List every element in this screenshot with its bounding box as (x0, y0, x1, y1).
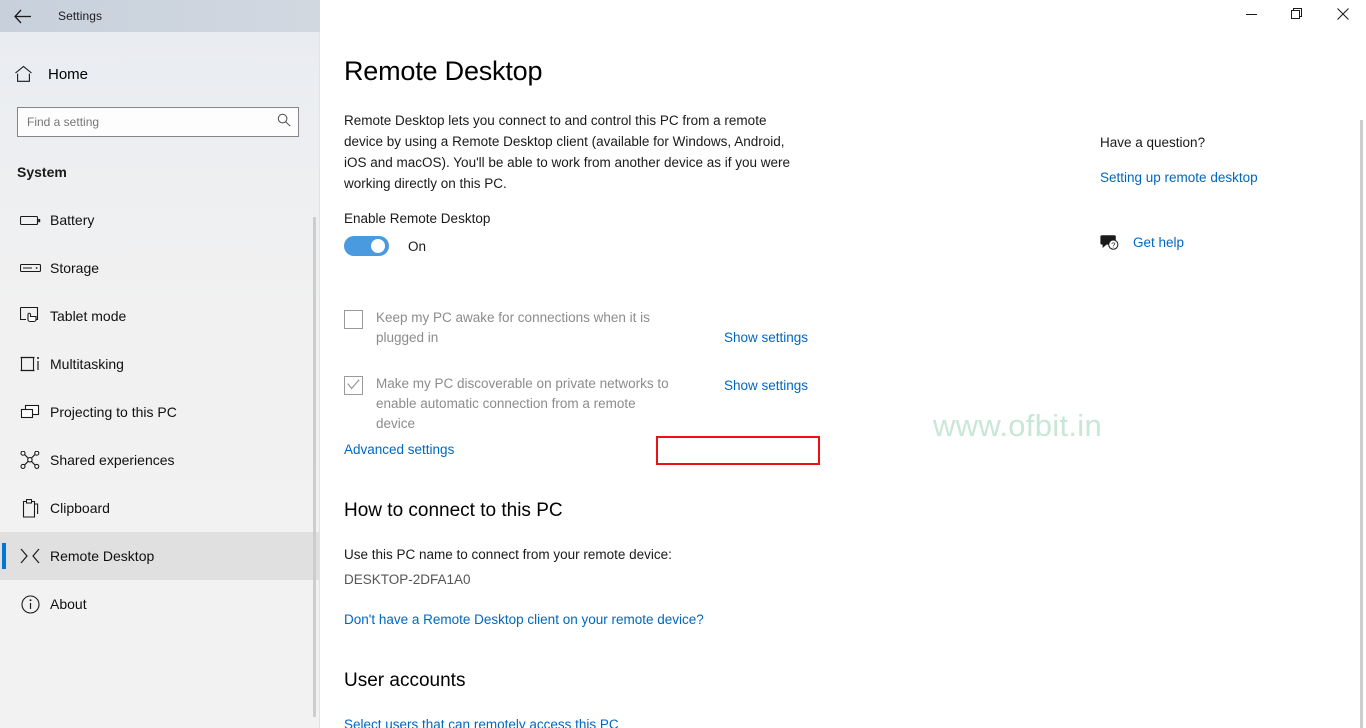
info-circle-icon (14, 594, 46, 614)
sidebar-nav-list: Battery Storage Tablet mode Multitasking… (0, 196, 319, 628)
page-description: Remote Desktop lets you connect to and c… (344, 113, 791, 191)
help-bubble-icon: ? (1100, 234, 1122, 251)
sidebar-item-label: Clipboard (50, 500, 110, 516)
pc-name-value: DESKTOP-2DFA1A0 (344, 572, 471, 587)
sidebar-item-battery[interactable]: Battery (0, 196, 319, 244)
search-icon (277, 113, 291, 132)
window-title: Settings (58, 9, 103, 23)
search-input[interactable] (17, 107, 299, 137)
select-users-link[interactable]: Select users that can remotely access th… (344, 717, 619, 728)
sidebar-scrollbar[interactable] (313, 217, 316, 717)
minimize-button[interactable] (1228, 0, 1274, 32)
remote-desktop-client-link[interactable]: Don't have a Remote Desktop client on yo… (344, 612, 704, 627)
setting-up-remote-desktop-link[interactable]: Setting up remote desktop (1100, 170, 1258, 185)
search-box (17, 107, 299, 137)
sidebar-item-clipboard[interactable]: Clipboard (0, 484, 319, 532)
help-panel-title: Have a question? (1100, 135, 1206, 150)
sidebar-item-tablet-mode[interactable]: Tablet mode (0, 292, 319, 340)
make-pc-discoverable-label: Make my PC discoverable on private netwo… (376, 376, 669, 431)
enable-remote-desktop-row: On (344, 236, 426, 256)
option-make-pc-discoverable: Make my PC discoverable on private netwo… (344, 374, 1004, 434)
title-bar: Settings (0, 0, 1366, 32)
sidebar-item-label: Tablet mode (50, 308, 127, 324)
get-help-label: Get help (1133, 235, 1185, 250)
close-icon (1337, 7, 1349, 25)
sidebar-item-label: Storage (50, 260, 100, 276)
battery-icon (14, 213, 46, 227)
close-button[interactable] (1320, 0, 1366, 32)
remote-desktop-icon (14, 548, 46, 564)
sidebar-item-projecting-to-this-pc[interactable]: Projecting to this PC (0, 388, 319, 436)
settings-window: Settings Home Find a setting System Batt… (0, 0, 1366, 728)
sidebar-item-home[interactable]: Home (0, 54, 319, 94)
sidebar-item-label: Shared experiences (50, 452, 175, 468)
enable-remote-desktop-toggle[interactable] (344, 236, 389, 256)
enable-remote-desktop-label: Enable Remote Desktop (344, 211, 491, 226)
storage-drive-icon (14, 262, 46, 274)
keep-pc-awake-label: Keep my PC awake for connections when it… (376, 310, 650, 345)
sidebar-item-multitasking[interactable]: Multitasking (0, 340, 319, 388)
connect-instruction: Use this PC name to connect from your re… (344, 547, 672, 562)
shared-experiences-icon (14, 451, 46, 469)
title-bar-left: Settings (0, 0, 320, 32)
sidebar-item-label: About (50, 596, 87, 612)
sidebar-item-label: Multitasking (50, 356, 124, 372)
checkmark-icon (347, 377, 360, 395)
sidebar-item-storage[interactable]: Storage (0, 244, 319, 292)
sidebar-section-label: System (17, 164, 67, 180)
tablet-touch-icon (14, 306, 46, 326)
back-arrow-icon (13, 9, 31, 24)
home-icon (14, 65, 44, 83)
keep-pc-awake-checkbox[interactable] (344, 310, 363, 329)
toggle-knob (371, 239, 385, 253)
search-button[interactable] (270, 108, 298, 136)
sidebar: Home System (0, 32, 320, 728)
user-accounts-heading: User accounts (344, 670, 466, 691)
home-label: Home (48, 65, 89, 83)
window-controls (1228, 0, 1366, 32)
sidebar-item-label: Battery (50, 212, 95, 228)
minimize-icon (1245, 7, 1257, 25)
maximize-restore-button[interactable] (1274, 0, 1320, 32)
show-settings-link-discoverable[interactable]: Show settings (724, 378, 808, 393)
clipboard-icon (14, 498, 46, 518)
option-keep-pc-awake: Keep my PC awake for connections when it… (344, 308, 1004, 348)
how-to-connect-heading: How to connect to this PC (344, 500, 563, 521)
projecting-icon (14, 404, 46, 421)
content-scrollbar[interactable] (1360, 120, 1363, 728)
sidebar-item-label: Projecting to this PC (50, 404, 177, 420)
sidebar-item-shared-experiences[interactable]: Shared experiences (0, 436, 319, 484)
annotation-highlight-box (656, 436, 820, 465)
show-settings-link-awake[interactable]: Show settings (724, 330, 808, 345)
multitasking-icon (14, 355, 46, 373)
back-button[interactable] (0, 0, 44, 32)
main-content: Remote Desktop Remote Desktop lets you c… (321, 32, 1366, 728)
page-title: Remote Desktop (344, 56, 543, 86)
svg-text:?: ? (1111, 240, 1115, 249)
sidebar-item-label: Remote Desktop (50, 548, 155, 564)
advanced-settings-link[interactable]: Advanced settings (344, 442, 454, 457)
sidebar-item-about[interactable]: About (0, 580, 319, 628)
get-help-row[interactable]: ? Get help (1100, 234, 1184, 251)
sidebar-item-remote-desktop[interactable]: Remote Desktop (0, 532, 319, 580)
make-pc-discoverable-checkbox[interactable] (344, 376, 363, 395)
toggle-state-label: On (408, 238, 427, 254)
restore-icon (1291, 7, 1303, 25)
